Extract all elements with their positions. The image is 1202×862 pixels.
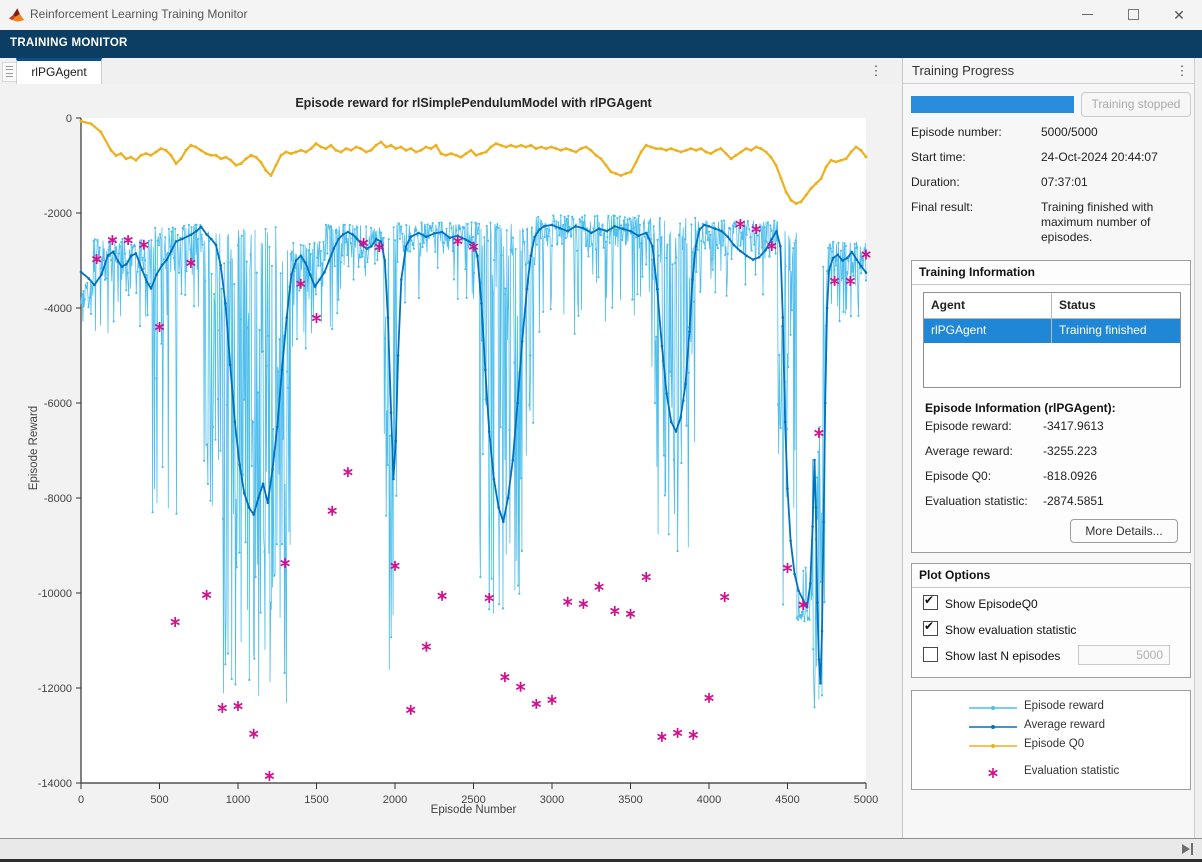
agent-status-table[interactable]: Agent Status rlPGAgent Training finished [923,292,1181,388]
field-value: -3417.9613 [1043,419,1191,434]
field-label: Episode reward: [925,419,1012,433]
training-information-header: Training Information [912,261,1190,285]
checkbox-show-last-n-episodes[interactable]: Show last N episodes [923,647,1060,663]
y-tick-label: -4000 [44,303,72,315]
legend-label: Episode reward [1024,700,1104,712]
line-dot-swatch-icon [967,740,1019,752]
window-title: Reinforcement Learning Training Monitor [30,7,247,21]
status-cell[interactable]: Training finished [1052,319,1180,343]
checkbox-checked-icon[interactable] [923,595,938,610]
legend-label: Average reward [1024,719,1105,731]
legend-entry-episode-q0: Episode Q0 [912,737,1190,755]
field-label: Episode number: [911,125,1002,139]
training-progress-panel-header: Training Progress ⋮ [902,58,1194,84]
document-bar-grip-icon[interactable] [2,62,17,82]
training-progress-bar [911,96,1074,113]
field-value: -818.0926 [1043,469,1191,484]
episode-q0-line [81,121,866,203]
checkbox-label: Show evaluation statistic [945,623,1076,637]
field-value: 5000/5000 [1041,125,1189,140]
y-tick-label: 0 [66,113,72,125]
y-axis-label: Episode Reward [28,378,40,518]
close-button[interactable]: ✕ [1156,0,1202,30]
field-value: Training finished with maximum number of… [1041,200,1189,245]
field-label: Duration: [911,175,960,189]
y-tick-label: -6000 [44,398,72,410]
checkbox-show-episodeq0[interactable]: Show EpisodeQ0 [923,595,1038,611]
legend-label: Evaluation statistic [1024,765,1119,777]
document-overflow-menu-icon[interactable]: ⋮ [868,60,884,82]
field-label: Average reward: [925,444,1013,458]
panel-title: Training Progress [912,63,1014,78]
training-stopped-button[interactable]: Training stopped [1081,92,1191,117]
training-progress-panel: Training stopped Episode number: 5000/500… [902,84,1194,838]
asterisk-marker-icon [967,767,1019,779]
collapsed-panel-edge[interactable] [1194,58,1202,838]
field-value: -3255.223 [1043,444,1191,459]
chart-legend: Episode reward Average reward Episode Q0 Ev… [911,690,1191,790]
field-value: -2874.5851 [1043,494,1191,509]
toolstrip-tab-training-monitor[interactable]: TRAINING MONITOR [10,37,128,49]
checkbox-show-evaluation-statistic[interactable]: Show evaluation statistic [923,621,1076,637]
agent-cell[interactable]: rlPGAgent [924,319,1052,343]
field-label: Episode Q0: [925,469,991,483]
panel-overflow-menu-icon[interactable]: ⋮ [1174,60,1190,82]
line-dot-swatch-icon [967,721,1019,733]
tab-rlpgagent[interactable]: rlPGAgent [16,58,102,86]
expand-right-icon[interactable] [1182,843,1196,855]
legend-entry-average-reward: Average reward [912,718,1190,736]
y-tick-label: -14000 [38,778,72,790]
toolstrip-banner: TRAINING MONITOR [0,30,1202,58]
axes-spines [81,118,866,783]
column-header-agent: Agent [924,293,1052,318]
y-tick-label: -2000 [44,208,72,220]
line-dot-swatch-icon [967,702,1019,714]
field-label: Start time: [911,150,966,164]
field-value: 07:37:01 [1041,175,1189,190]
field-label: Final result: [911,200,973,214]
more-details-button[interactable]: More Details... [1070,519,1178,543]
training-chart[interactable]: 0-2000-4000-6000-8000-10000-12000-140000… [0,84,902,838]
training-information-section: Training Information Agent Status rlPGAg… [911,260,1191,553]
checkbox-checked-icon[interactable] [923,621,938,636]
y-tick-label: -10000 [38,588,72,600]
minimize-button[interactable] [1064,0,1110,30]
legend-entry-episode-reward: Episode reward [912,699,1190,717]
last-n-episodes-input[interactable] [1078,645,1170,665]
table-header-row: Agent Status [924,293,1180,319]
figure-document-area: Episode reward for rlSimplePendulumModel… [0,84,902,838]
y-tick-label: -12000 [38,683,72,695]
episode-reward-line [81,215,866,707]
episode-information-header: Episode Information (rlPGAgent): [925,401,1116,415]
checkbox-unchecked-icon[interactable] [923,647,938,662]
checkbox-label: Show EpisodeQ0 [945,597,1038,611]
plot-options-header: Plot Options [912,564,1190,588]
legend-entry-evaluation-statistic: Evaluation statistic [912,764,1190,782]
legend-label: Episode Q0 [1024,738,1084,750]
bottom-status-strip [0,838,1202,859]
matlab-logo-icon [8,7,25,23]
column-header-status: Status [1052,293,1180,318]
checkbox-label: Show last N episodes [945,649,1060,663]
episode-q0-markers [81,121,866,203]
maximize-button[interactable] [1110,0,1156,30]
plot-options-section: Plot Options Show EpisodeQ0 Show evaluati… [911,563,1191,678]
document-tab-strip: rlPGAgent ⋮ [0,58,902,85]
y-tick-label: -8000 [44,493,72,505]
table-row[interactable]: rlPGAgent Training finished [924,319,1180,343]
field-label: Evaluation statistic: [925,494,1028,508]
x-axis-label: Episode Number [81,804,866,816]
field-value: 24-Oct-2024 20:44:07 [1041,150,1189,165]
title-bar: Reinforcement Learning Training Monitor … [0,0,1202,31]
